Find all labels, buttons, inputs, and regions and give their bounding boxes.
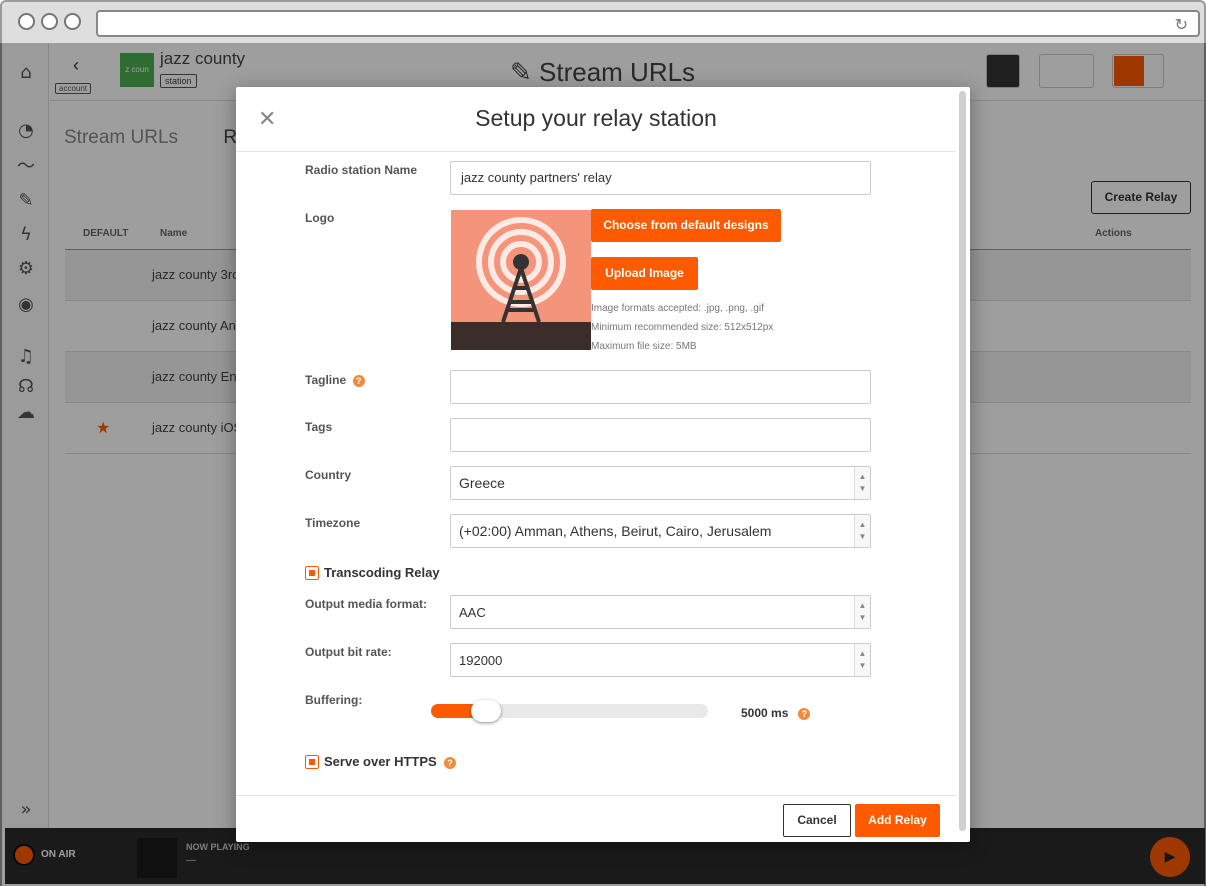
logo-label: Logo xyxy=(305,211,335,225)
country-select[interactable]: Greece ▲ ▼ xyxy=(450,466,871,500)
buffering-value: 5000 ms ? xyxy=(741,706,811,720)
tagline-input[interactable] xyxy=(450,370,871,404)
select-arrows-icon: ▲ ▼ xyxy=(854,515,870,547)
choose-default-designs-button[interactable]: Choose from default designs xyxy=(591,209,781,242)
https-label[interactable]: Serve over HTTPS ? xyxy=(324,754,456,769)
radio-station-name-label: Radio station Name xyxy=(305,163,418,177)
output-bitrate-select[interactable]: 192000 ▲ ▼ xyxy=(450,643,871,677)
reload-icon[interactable]: ↻ xyxy=(1175,15,1188,34)
output-format-label: Output media format: xyxy=(305,597,427,611)
select-arrows-icon: ▲ ▼ xyxy=(854,467,870,499)
https-help-icon[interactable]: ? xyxy=(443,756,456,769)
tagline-help-icon[interactable]: ? xyxy=(352,374,365,387)
relay-setup-modal: ✕ Setup your relay station Radio station… xyxy=(236,87,970,842)
output-bitrate-label: Output bit rate: xyxy=(305,645,392,659)
transcoding-label[interactable]: Transcoding Relay xyxy=(324,565,440,580)
tagline-label: Tagline ? xyxy=(305,373,365,387)
timezone-select[interactable]: (+02:00) Amman, Athens, Beirut, Cairo, J… xyxy=(450,514,871,548)
buffering-help-icon[interactable]: ? xyxy=(798,707,811,720)
country-select-value: Greece xyxy=(459,475,505,491)
timezone-select-value: (+02:00) Amman, Athens, Beirut, Cairo, J… xyxy=(459,523,772,539)
logo-preview xyxy=(451,210,591,350)
logo-hint-size: Minimum recommended size: 512x512px xyxy=(591,322,774,333)
tags-label: Tags xyxy=(305,420,333,434)
add-relay-button[interactable]: Add Relay xyxy=(855,804,940,837)
radio-station-name-input[interactable]: jazz county partners' relay xyxy=(450,161,871,195)
output-bitrate-value: 192000 xyxy=(459,653,503,668)
country-label: Country xyxy=(305,468,351,482)
https-checkbox[interactable] xyxy=(305,755,319,769)
cancel-button[interactable]: Cancel xyxy=(783,804,851,837)
timezone-label: Timezone xyxy=(305,516,361,530)
modal-header: ✕ Setup your relay station xyxy=(236,87,956,152)
select-arrows-icon: ▲ ▼ xyxy=(854,596,870,628)
modal-scrollbar[interactable] xyxy=(959,91,966,831)
modal-footer: Cancel Add Relay xyxy=(236,795,956,842)
tags-input[interactable] xyxy=(450,418,871,452)
upload-image-button[interactable]: Upload Image xyxy=(591,257,698,290)
window-minimize-dot[interactable] xyxy=(41,13,58,30)
radio-tower-icon xyxy=(451,217,591,350)
select-arrows-icon: ▲ ▼ xyxy=(854,644,870,676)
transcoding-checkbox[interactable] xyxy=(305,566,319,580)
logo-hint-filesize: Maximum file size: 5MB xyxy=(591,341,697,352)
output-format-value: AAC xyxy=(459,605,486,620)
browser-chrome: ↻ xyxy=(0,0,1206,43)
window-close-dot[interactable] xyxy=(18,13,35,30)
output-format-select[interactable]: AAC ▲ ▼ xyxy=(450,595,871,629)
buffering-slider-handle[interactable] xyxy=(471,700,502,722)
address-bar[interactable]: ↻ xyxy=(96,10,1200,37)
buffering-slider[interactable] xyxy=(431,700,708,722)
buffering-label: Buffering: xyxy=(305,693,363,707)
window-maximize-dot[interactable] xyxy=(64,13,81,30)
logo-hint-formats: Image formats accepted: .jpg, .png, .gif xyxy=(591,303,764,314)
modal-title: Setup your relay station xyxy=(475,105,717,131)
